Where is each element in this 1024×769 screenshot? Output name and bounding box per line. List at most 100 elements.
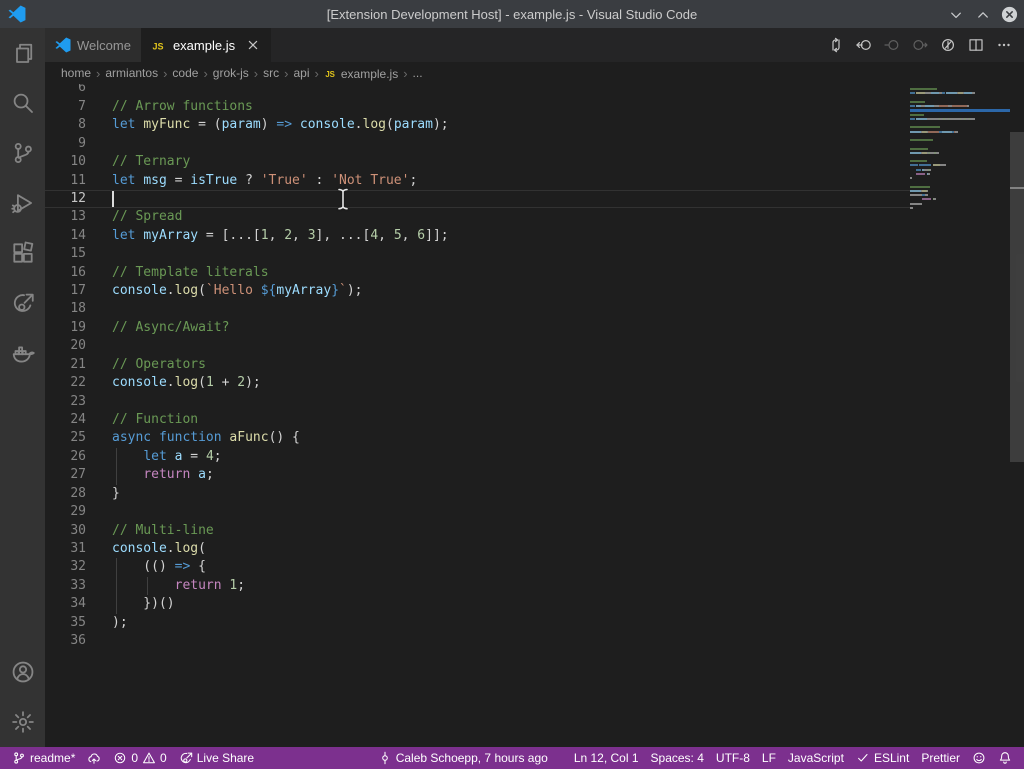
status-prettier[interactable]: Prettier bbox=[915, 747, 966, 769]
line-number[interactable]: 18 bbox=[45, 300, 86, 318]
code-line[interactable]: 16// Template literals bbox=[45, 264, 910, 282]
line-number[interactable]: 9 bbox=[45, 135, 86, 153]
line-number[interactable]: 17 bbox=[45, 282, 86, 300]
status-branch-status[interactable]: readme* bbox=[6, 747, 81, 769]
minimize-button[interactable] bbox=[947, 6, 964, 23]
code-line[interactable]: 30// Multi-line bbox=[45, 522, 910, 540]
breadcrumb-item[interactable]: JSexample.js bbox=[323, 66, 399, 81]
line-number[interactable]: 24 bbox=[45, 411, 86, 429]
accounts-icon[interactable] bbox=[0, 647, 45, 697]
code-line[interactable]: 23 bbox=[45, 393, 910, 411]
line-number[interactable]: 7 bbox=[45, 98, 86, 116]
code-line[interactable]: 21// Operators bbox=[45, 356, 910, 374]
scrollbar-thumb[interactable] bbox=[1010, 132, 1024, 462]
step-forward-icon[interactable] bbox=[906, 31, 934, 59]
line-number[interactable]: 28 bbox=[45, 485, 86, 503]
code-line[interactable]: 36 bbox=[45, 632, 910, 650]
code-line[interactable]: 25async function aFunc() { bbox=[45, 429, 910, 447]
line-number[interactable]: 34 bbox=[45, 595, 86, 613]
line-number[interactable]: 11 bbox=[45, 172, 86, 190]
status-publish-changes[interactable] bbox=[81, 747, 107, 769]
settings-gear-icon[interactable] bbox=[0, 697, 45, 747]
navigate-back-icon[interactable] bbox=[850, 31, 878, 59]
breadcrumb-item[interactable]: code bbox=[171, 66, 199, 80]
status-eslint[interactable]: ESLint bbox=[850, 747, 915, 769]
code-line[interactable]: 15 bbox=[45, 245, 910, 263]
line-number[interactable]: 26 bbox=[45, 448, 86, 466]
more-actions-icon[interactable] bbox=[990, 31, 1018, 59]
code-line[interactable]: 19// Async/Await? bbox=[45, 319, 910, 337]
breadcrumb-item[interactable]: grok-js bbox=[212, 66, 250, 80]
line-number[interactable]: 25 bbox=[45, 429, 86, 447]
line-number[interactable]: 16 bbox=[45, 264, 86, 282]
line-number[interactable]: 27 bbox=[45, 466, 86, 484]
close-button[interactable] bbox=[1001, 6, 1018, 23]
tab-close-icon[interactable] bbox=[245, 37, 261, 53]
code-line[interactable]: 17console.log(`Hello ${myArray}`); bbox=[45, 282, 910, 300]
code-editor[interactable]: 67// Arrow functions8let myFunc = (param… bbox=[45, 84, 1024, 747]
status-encoding[interactable]: UTF-8 bbox=[710, 747, 756, 769]
status-problems[interactable]: 00 bbox=[107, 747, 172, 769]
code-line[interactable]: 32 (() => { bbox=[45, 558, 910, 576]
line-number[interactable]: 6 bbox=[45, 84, 86, 98]
run-and-debug-icon[interactable] bbox=[0, 178, 45, 228]
open-changes-icon[interactable] bbox=[822, 31, 850, 59]
line-number[interactable]: 32 bbox=[45, 558, 86, 576]
code-line[interactable]: 22console.log(1 + 2); bbox=[45, 374, 910, 392]
code-line[interactable]: 33 return 1; bbox=[45, 577, 910, 595]
line-number[interactable]: 8 bbox=[45, 116, 86, 134]
code-line[interactable]: 8let myFunc = (param) => console.log(par… bbox=[45, 116, 910, 134]
line-number[interactable]: 10 bbox=[45, 153, 86, 171]
status-notifications[interactable] bbox=[992, 747, 1018, 769]
line-number[interactable]: 21 bbox=[45, 356, 86, 374]
code-line[interactable]: 20 bbox=[45, 337, 910, 355]
line-number[interactable]: 33 bbox=[45, 577, 86, 595]
minimap[interactable] bbox=[910, 84, 1010, 215]
code-line[interactable]: 9 bbox=[45, 135, 910, 153]
breadcrumb-item[interactable]: src bbox=[262, 66, 280, 80]
code-line[interactable]: 26 let a = 4; bbox=[45, 448, 910, 466]
line-number[interactable]: 30 bbox=[45, 522, 86, 540]
line-number[interactable]: 36 bbox=[45, 632, 86, 650]
code-line[interactable]: 35); bbox=[45, 614, 910, 632]
code-line[interactable]: 6 bbox=[45, 84, 910, 98]
search-icon[interactable] bbox=[0, 78, 45, 128]
status-eol[interactable]: LF bbox=[756, 747, 782, 769]
source-control-icon[interactable] bbox=[0, 128, 45, 178]
line-number[interactable]: 31 bbox=[45, 540, 86, 558]
maximize-button[interactable] bbox=[974, 6, 991, 23]
status-git-blame[interactable]: Caleb Schoepp, 7 hours ago bbox=[372, 747, 554, 769]
docker-icon[interactable] bbox=[0, 328, 45, 378]
step-over-icon[interactable] bbox=[878, 31, 906, 59]
code-line[interactable]: 10// Ternary bbox=[45, 153, 910, 171]
line-number[interactable]: 20 bbox=[45, 337, 86, 355]
tab-example-js[interactable]: JS example.js bbox=[141, 28, 271, 62]
code-line[interactable]: 27 return a; bbox=[45, 466, 910, 484]
breadcrumb-item[interactable]: home bbox=[60, 66, 92, 80]
code-line[interactable]: 18 bbox=[45, 300, 910, 318]
code-line[interactable]: 29 bbox=[45, 503, 910, 521]
status-cursor-position[interactable]: Ln 12, Col 1 bbox=[568, 747, 645, 769]
explorer-icon[interactable] bbox=[0, 28, 45, 78]
line-number[interactable]: 12 bbox=[45, 190, 86, 208]
live-share-icon[interactable] bbox=[0, 278, 45, 328]
extensions-icon[interactable] bbox=[0, 228, 45, 278]
line-number[interactable]: 13 bbox=[45, 208, 86, 226]
breadcrumb-item[interactable]: ... bbox=[412, 66, 424, 80]
status-indentation[interactable]: Spaces: 4 bbox=[645, 747, 710, 769]
breadcrumb-item[interactable]: armiantos bbox=[104, 66, 159, 80]
line-number[interactable]: 35 bbox=[45, 614, 86, 632]
line-number[interactable]: 23 bbox=[45, 393, 86, 411]
restart-icon[interactable] bbox=[934, 31, 962, 59]
tab-welcome[interactable]: Welcome bbox=[45, 28, 141, 62]
line-number[interactable]: 15 bbox=[45, 245, 86, 263]
line-number[interactable]: 29 bbox=[45, 503, 86, 521]
split-editor-icon[interactable] bbox=[962, 31, 990, 59]
line-number[interactable]: 19 bbox=[45, 319, 86, 337]
code-line[interactable]: 11let msg = isTrue ? 'True' : 'Not True'… bbox=[45, 172, 910, 190]
status-live-share[interactable]: Live Share bbox=[173, 747, 260, 769]
code-line[interactable]: 24// Function bbox=[45, 411, 910, 429]
code-line[interactable]: 28} bbox=[45, 485, 910, 503]
breadcrumb-item[interactable]: api bbox=[292, 66, 310, 80]
code-line[interactable]: 14let myArray = [...[1, 2, 3], ...[4, 5,… bbox=[45, 227, 910, 245]
